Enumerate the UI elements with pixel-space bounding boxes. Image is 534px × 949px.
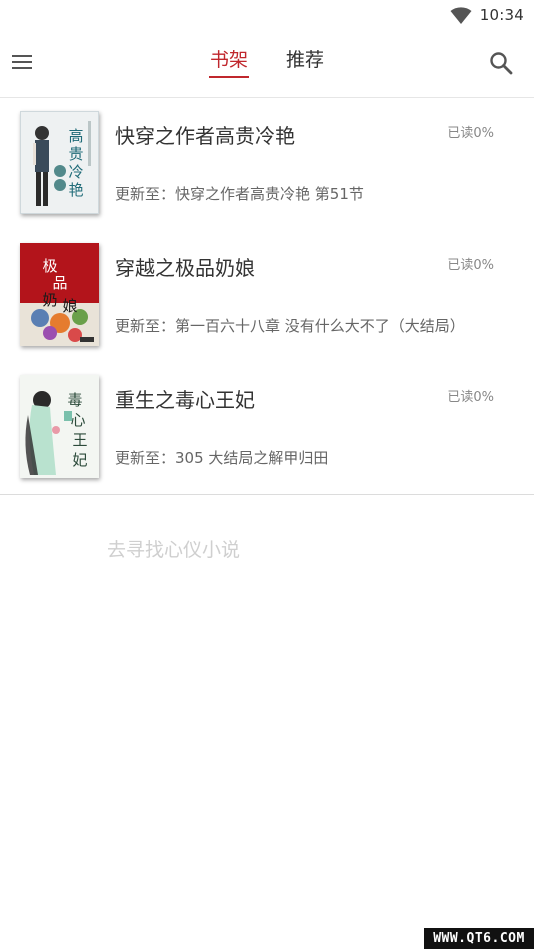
book-item[interactable]: 毒 心 王 妃 重生之毒心王妃 已读0% 更新至：305 大结局之解甲归田 bbox=[0, 362, 534, 494]
find-novels-link[interactable]: 去寻找心仪小说 bbox=[107, 535, 240, 562]
svg-text:高: 高 bbox=[68, 127, 83, 145]
svg-text:毒: 毒 bbox=[67, 391, 82, 409]
tab-recommend-label: 推荐 bbox=[286, 49, 325, 71]
svg-text:妃: 妃 bbox=[72, 451, 87, 469]
status-time: 10:34 bbox=[479, 6, 524, 24]
book-title: 快穿之作者高贵冷艳 bbox=[115, 124, 295, 148]
svg-text:王: 王 bbox=[72, 431, 87, 449]
svg-text:奶: 奶 bbox=[42, 291, 57, 309]
list-divider bbox=[0, 494, 534, 495]
app-header: 书架 推荐 bbox=[0, 30, 534, 98]
tab-bookshelf-label: 书架 bbox=[209, 49, 248, 71]
svg-text:品: 品 bbox=[52, 274, 67, 292]
svg-text:娘: 娘 bbox=[62, 297, 77, 315]
read-progress: 已读0% bbox=[447, 126, 494, 141]
svg-text:艳: 艳 bbox=[68, 181, 83, 199]
book-title: 穿越之极品奶娘 bbox=[115, 256, 255, 280]
tab-bar: 书架 推荐 bbox=[0, 30, 534, 97]
book-cover: 毒 心 王 妃 bbox=[20, 375, 99, 478]
status-bar: 10:34 bbox=[0, 0, 534, 30]
book-title: 重生之毒心王妃 bbox=[115, 388, 255, 412]
book-item[interactable]: 极 品 奶 娘 穿越之极品奶娘 已读0% 更新至：第一百六十八章 没有什么大不了… bbox=[0, 230, 534, 362]
book-cover: 极 品 奶 娘 bbox=[20, 243, 99, 346]
wifi-icon bbox=[450, 7, 472, 24]
tab-recommend[interactable]: 推荐 bbox=[286, 25, 324, 92]
search-icon[interactable] bbox=[488, 50, 514, 76]
update-info: 更新至：305 大结局之解甲归田 bbox=[115, 449, 329, 467]
book-list: 高 贵 冷 艳 快穿之作者高贵冷艳 已读0% 更新至：快穿之作者高贵冷艳 第51… bbox=[0, 98, 534, 494]
read-progress: 已读0% bbox=[447, 258, 494, 273]
update-info: 更新至：快穿之作者高贵冷艳 第51节 bbox=[115, 185, 364, 203]
svg-text:极: 极 bbox=[42, 257, 57, 275]
read-progress: 已读0% bbox=[447, 390, 494, 405]
svg-text:心: 心 bbox=[70, 411, 85, 429]
watermark: WWW.QT6.COM bbox=[424, 928, 534, 949]
svg-text:冷: 冷 bbox=[68, 163, 83, 181]
update-info: 更新至：第一百六十八章 没有什么大不了（大结局） bbox=[115, 317, 465, 335]
book-item[interactable]: 高 贵 冷 艳 快穿之作者高贵冷艳 已读0% 更新至：快穿之作者高贵冷艳 第51… bbox=[0, 98, 534, 230]
svg-text:贵: 贵 bbox=[68, 145, 83, 163]
tab-bookshelf[interactable]: 书架 bbox=[208, 25, 250, 92]
book-cover: 高 贵 冷 艳 bbox=[20, 111, 99, 214]
